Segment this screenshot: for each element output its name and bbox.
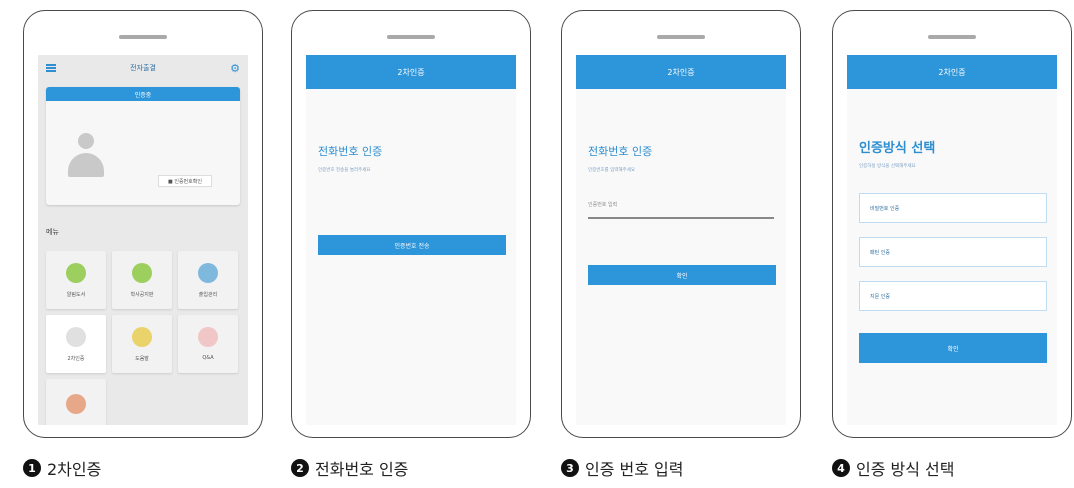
menu-tile[interactable] [46, 379, 106, 425]
caption-text: 2차인증 [47, 460, 102, 479]
app-header: 2차인증 [847, 55, 1057, 89]
tile-label: Q&A [202, 355, 214, 361]
caption-2: 2 전화번호 인증 [291, 456, 408, 480]
auth-card: 인증중 ■ 인증번호확인 [46, 87, 240, 205]
speaker [928, 35, 976, 39]
home-screen: 전자출결 ⚙ 인증중 ■ 인증번호확인 메뉴 알림도서 학사공지판 출입관리 2… [38, 55, 248, 425]
menu-grid: 알림도서 학사공지판 출입관리 2차인증 도움말 Q&A [46, 251, 242, 425]
tile-label: 학사공지판 [130, 291, 154, 298]
timer-icon [66, 326, 86, 347]
confirm-button[interactable]: 확인 [588, 265, 776, 285]
phone-frame-3: 2차인증 전화번호 인증 인증번호를 입력해주세요 인증번호 입력 확인 [561, 10, 801, 438]
step-number: 2 [291, 459, 309, 477]
car-icon [198, 262, 218, 283]
menu-tile[interactable]: Q&A [178, 315, 238, 373]
speaker [119, 35, 167, 39]
option-pattern[interactable]: 패턴 인증 [859, 237, 1047, 267]
step-number: 4 [832, 459, 850, 477]
speaker [657, 35, 705, 39]
caption-1: 1 2차인증 [23, 456, 101, 480]
page-title: 인증방식 선택 [859, 141, 936, 156]
tile-label: 2차인증 [67, 355, 85, 362]
qna-icon [198, 327, 218, 347]
verify-code-button[interactable]: ■ 인증번호확인 [158, 175, 212, 187]
compass-icon [66, 262, 86, 283]
page-subtitle: 인증번호를 입력해주세요 [588, 168, 635, 173]
page-subtitle: 인증번호 전송을 눌러주세요 [318, 168, 371, 173]
phone-auth-screen: 2차인증 전화번호 인증 인증번호 전송을 눌러주세요 인증번호 전송 [306, 55, 516, 425]
avatar [68, 133, 104, 179]
phone-frame-1: 전자출결 ⚙ 인증중 ■ 인증번호확인 메뉴 알림도서 학사공지판 출입관리 2… [23, 10, 263, 438]
caption-4: 4 인증 방식 선택 [832, 456, 955, 480]
caption-text: 인증 번호 입력 [585, 460, 684, 479]
tile-label: 출입관리 [198, 291, 218, 298]
chat-icon [132, 262, 152, 283]
send-code-button[interactable]: 인증번호 전송 [318, 235, 506, 255]
option-fingerprint[interactable]: 지문 인증 [859, 281, 1047, 311]
step-number: 3 [561, 459, 579, 477]
caption-text: 인증 방식 선택 [856, 460, 955, 479]
step-number: 1 [23, 459, 41, 477]
bulb-icon [132, 326, 152, 347]
caption-3: 3 인증 번호 입력 [561, 456, 684, 480]
speaker [387, 35, 435, 39]
misc-icon [66, 394, 86, 414]
menu-tile[interactable]: 알림도서 [46, 251, 106, 309]
phone-frame-2: 2차인증 전화번호 인증 인증번호 전송을 눌러주세요 인증번호 전송 [291, 10, 531, 438]
code-input[interactable]: 인증번호 입력 [588, 201, 774, 219]
app-header: 2차인증 [306, 55, 516, 89]
card-header: 인증중 [46, 87, 240, 101]
app-header: 2차인증 [576, 55, 786, 89]
app-title: 전자출결 [130, 64, 156, 72]
code-input-screen: 2차인증 전화번호 인증 인증번호를 입력해주세요 인증번호 입력 확인 [576, 55, 786, 425]
confirm-button[interactable]: 확인 [859, 333, 1047, 363]
tile-label: 알림도서 [66, 291, 86, 298]
menu-tile[interactable]: 출입관리 [178, 251, 238, 309]
option-password[interactable]: 비밀번호 인증 [859, 193, 1047, 223]
tile-label: 도움말 [135, 355, 149, 362]
menu-tile-2fa[interactable]: 2차인증 [46, 315, 106, 373]
menu-label: 메뉴 [46, 228, 59, 236]
menu-tile[interactable]: 학사공지판 [112, 251, 172, 309]
caption-text: 전화번호 인증 [315, 460, 409, 479]
page-title: 전화번호 인증 [318, 145, 383, 158]
app-topbar: 전자출결 ⚙ [38, 55, 248, 81]
menu-tile[interactable]: 도움말 [112, 315, 172, 373]
page-title: 전화번호 인증 [588, 145, 653, 158]
menu-icon[interactable] [46, 64, 56, 72]
auth-method-screen: 2차인증 인증방식 선택 인증하실 방식을 선택해주세요 비밀번호 인증 패턴 … [847, 55, 1057, 425]
gear-icon[interactable]: ⚙ [230, 62, 240, 75]
page-subtitle: 인증하실 방식을 선택해주세요 [859, 164, 916, 169]
phone-frame-4: 2차인증 인증방식 선택 인증하실 방식을 선택해주세요 비밀번호 인증 패턴 … [832, 10, 1072, 438]
